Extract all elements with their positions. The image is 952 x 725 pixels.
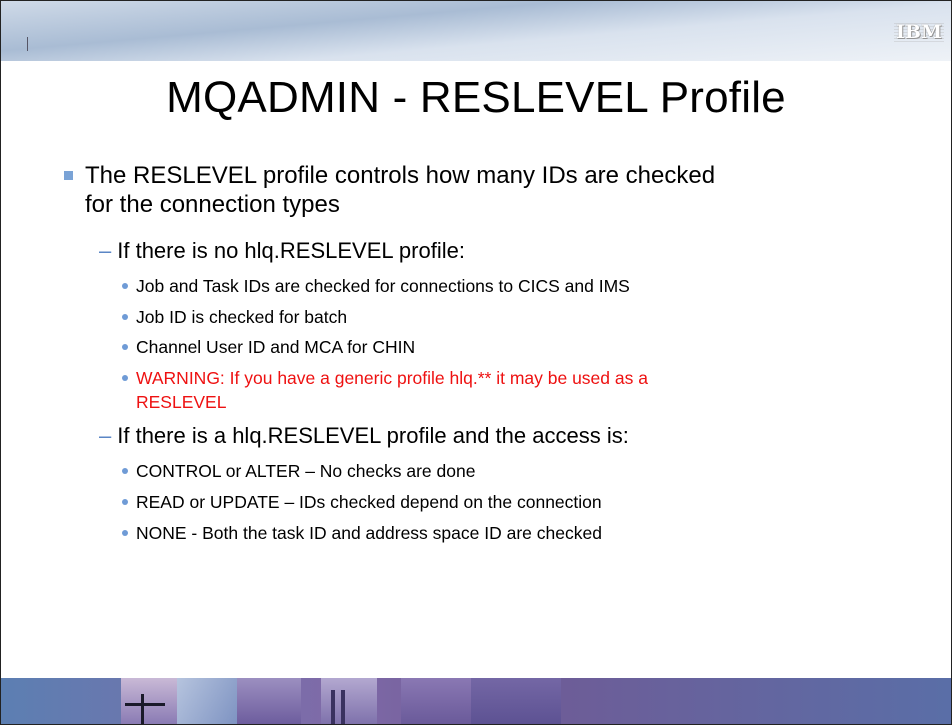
bullet-item-level3: Job and Task IDs are checked for connect… [122,274,836,298]
bullet-item-warning: WARNING: If you have a generic profile h… [122,366,696,414]
dot-bullet-icon [122,314,128,320]
bullet-item-level3: CONTROL or ALTER – No checks are done [122,459,836,483]
warning-text: WARNING: If you have a generic profile h… [136,368,648,412]
bullet-text: If there is no hlq.RESLEVEL profile: [117,238,465,263]
dot-bullet-icon [122,344,128,350]
bullet-item-level3: READ or UPDATE – IDs checked depend on t… [122,490,836,514]
footer-photo-mark [125,703,165,706]
bullet-item-level2: – If there is a hlq.RESLEVEL profile and … [99,422,629,449]
dot-bullet-icon [122,468,128,474]
footer-photo-mark [141,694,144,724]
dash-bullet-icon: – [99,423,112,448]
footer-photo-mark [331,690,335,724]
bullet-text: NONE - Both the task ID and address spac… [136,523,602,543]
ibm-logo: IBM [894,21,944,43]
logo-text: IBM [894,21,944,43]
bullet-text: Job and Task IDs are checked for connect… [136,276,630,296]
dash-bullet-icon: – [99,238,112,263]
dot-bullet-icon [122,530,128,536]
footer-photo-tile [237,678,301,724]
footer-photo-tile [121,678,177,724]
footer-photo-tile [471,678,561,724]
footer-photo-strip [1,678,951,724]
footer-photo-mark [341,690,345,724]
bullet-text: Channel User ID and MCA for CHIN [136,337,416,357]
bullet-text: If there is a hlq.RESLEVEL profile and t… [117,423,629,448]
footer-photo-tile [321,678,377,724]
bullet-text: READ or UPDATE – IDs checked depend on t… [136,492,602,512]
bullet-text: Job ID is checked for batch [136,307,348,327]
slide-title: MQADMIN - RESLEVEL Profile [166,73,786,122]
bullet-item-level3: Job ID is checked for batch [122,305,836,329]
footer-photo-tile [177,678,237,724]
bullet-text: CONTROL or ALTER – No checks are done [136,461,476,481]
header-divider [27,37,28,51]
footer-photo-tile [401,678,471,724]
square-bullet-icon [64,171,73,180]
slide: IBM MQADMIN - RESLEVEL Profile The RESLE… [0,0,952,725]
bullet-item-level2: – If there is no hlq.RESLEVEL profile: [99,237,465,264]
bullet-text: The RESLEVEL profile controls how many I… [85,162,716,218]
dot-bullet-icon [122,499,128,505]
bullet-item-level1: The RESLEVEL profile controls how many I… [64,161,725,219]
header-band: IBM [1,1,951,61]
bullet-item-level3: NONE - Both the task ID and address spac… [122,521,836,545]
dot-bullet-icon [122,283,128,289]
dot-bullet-icon [122,375,128,381]
bullet-item-level3: Channel User ID and MCA for CHIN [122,335,836,359]
